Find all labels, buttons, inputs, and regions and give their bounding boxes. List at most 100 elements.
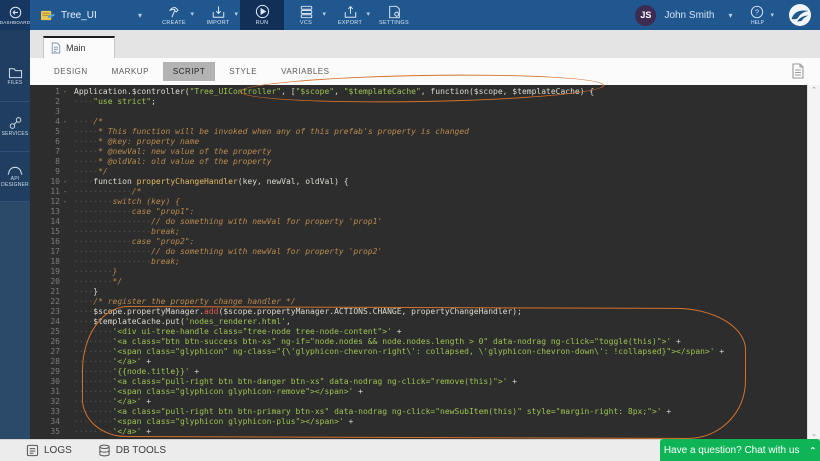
code-line[interactable]: 33········'<a class="pull-right btn btn-… — [30, 407, 807, 417]
subtab-variables[interactable]: VARIABLES — [271, 62, 339, 81]
line-number[interactable]: 12- — [30, 197, 74, 207]
line-number[interactable]: 14 — [30, 217, 74, 227]
editor-scrollbar[interactable]: ⌃ ⌄ — [807, 85, 820, 439]
code-line[interactable]: 11-············/* — [30, 187, 807, 197]
line-number[interactable]: 10- — [30, 177, 74, 187]
code-line[interactable]: 23····$scope.propertyManager.add($scope.… — [30, 307, 807, 317]
code-line[interactable]: 1-Application.$controller("Tree_UIContro… — [30, 87, 807, 97]
code-line[interactable]: 29········'{{node.title}}' + — [30, 367, 807, 377]
sidebar-item-api-designer[interactable]: API DESIGNER — [0, 152, 30, 202]
code-line[interactable]: 2····"use strict"; — [30, 97, 807, 107]
scroll-up-icon[interactable]: ⌃ — [811, 86, 817, 94]
sidebar-item-files[interactable]: FILES — [0, 52, 30, 102]
line-number[interactable]: 8 — [30, 157, 74, 167]
line-number[interactable]: 29 — [30, 367, 74, 377]
line-number[interactable]: 31 — [30, 387, 74, 397]
code-line[interactable]: 32········'</a>' + — [30, 397, 807, 407]
code-line[interactable]: 14················// do something with n… — [30, 217, 807, 227]
db-tools-button[interactable]: DB TOOLS — [98, 444, 166, 457]
menu-import[interactable]: IMPORT ▾ — [196, 0, 240, 30]
line-number[interactable]: 24 — [30, 317, 74, 327]
line-number[interactable]: 22 — [30, 297, 74, 307]
project-selector[interactable]: Tree_UI ▾ — [30, 0, 152, 30]
help-caret-icon[interactable]: ▾ — [770, 11, 774, 19]
code-line[interactable]: 25········'<div ui-tree-handle class="tr… — [30, 327, 807, 337]
avatar[interactable]: JS — [635, 5, 656, 26]
line-number[interactable]: 27 — [30, 347, 74, 357]
code-line[interactable]: 21····} — [30, 287, 807, 297]
line-number[interactable]: 21 — [30, 287, 74, 297]
code-line[interactable]: 3 — [30, 107, 807, 117]
code-line[interactable]: 27········'<span class="glyphicon" ng-cl… — [30, 347, 807, 357]
code-line[interactable]: 6·····* @key: property name — [30, 137, 807, 147]
line-number[interactable]: 25 — [30, 327, 74, 337]
line-number[interactable]: 16 — [30, 237, 74, 247]
line-number[interactable]: 34 — [30, 417, 74, 427]
line-number[interactable]: 15 — [30, 227, 74, 237]
code-line[interactable]: 30········'<a class="pull-right btn btn-… — [30, 377, 807, 387]
chat-widget-button[interactable]: Have a question? Chat with us ⌃ — [660, 439, 820, 461]
line-number[interactable]: 35 — [30, 427, 74, 437]
code-line[interactable]: 8·····* @oldVal: old value of the proper… — [30, 157, 807, 167]
code-line[interactable]: 19········} — [30, 267, 807, 277]
line-number[interactable]: 1- — [30, 87, 74, 97]
code-line[interactable]: 7·····* @newVal: new value of the proper… — [30, 147, 807, 157]
menu-create[interactable]: CREATE ▾ — [152, 0, 196, 30]
code-line[interactable]: 13············case "prop1": — [30, 207, 807, 217]
line-number[interactable]: 32 — [30, 397, 74, 407]
wavemaker-logo-icon[interactable] — [788, 3, 812, 27]
line-number[interactable]: 19 — [30, 267, 74, 277]
line-number[interactable]: 11- — [30, 187, 74, 197]
subtab-style[interactable]: STYLE — [219, 62, 267, 81]
subtab-design[interactable]: DESIGN — [44, 62, 98, 81]
code-line[interactable]: 28········'</a>' + — [30, 357, 807, 367]
scroll-down-icon[interactable]: ⌄ — [811, 430, 817, 438]
tab-main[interactable]: Main — [43, 36, 115, 58]
sidebar-item-services[interactable]: SERVICES — [0, 102, 30, 152]
code-line[interactable]: 4-····/* — [30, 117, 807, 127]
code-lines[interactable]: 1-Application.$controller("Tree_UIContro… — [30, 85, 807, 439]
code-line[interactable]: 5·····* This function will be invoked wh… — [30, 127, 807, 137]
line-number[interactable]: 7 — [30, 147, 74, 157]
line-number[interactable]: 33 — [30, 407, 74, 417]
code-line[interactable]: 35········'</a>' + — [30, 427, 807, 437]
user-caret-icon[interactable]: ▾ — [728, 11, 732, 20]
code-line[interactable]: 15················break; — [30, 227, 807, 237]
code-line[interactable]: 26········'<a class="btn btn-success btn… — [30, 337, 807, 347]
code-line[interactable]: 34········'<span class="glyphicon glyphi… — [30, 417, 807, 427]
line-number[interactable]: 17 — [30, 247, 74, 257]
line-number[interactable]: 9 — [30, 167, 74, 177]
help-button[interactable]: ? HELP — [750, 5, 764, 26]
code-line[interactable]: 31········'<span class="glyphicon glyphi… — [30, 387, 807, 397]
line-number[interactable]: 2 — [30, 97, 74, 107]
code-line[interactable]: 10-····function propertyChangeHandler(ke… — [30, 177, 807, 187]
line-number[interactable]: 20 — [30, 277, 74, 287]
code-editor[interactable]: 1-Application.$controller("Tree_UIContro… — [30, 85, 820, 439]
line-number[interactable]: 4- — [30, 117, 74, 127]
code-line[interactable]: 9·····*/ — [30, 167, 807, 177]
line-number[interactable]: 30 — [30, 377, 74, 387]
sidebar-item-dashboard[interactable]: DASHBOARD — [0, 0, 30, 30]
menu-export[interactable]: EXPORT ▾ — [328, 0, 372, 30]
menu-run[interactable]: RUN — [240, 0, 284, 30]
line-number[interactable]: 28 — [30, 357, 74, 367]
line-number[interactable]: 26 — [30, 337, 74, 347]
menu-settings[interactable]: SETTINGS — [372, 0, 416, 30]
line-number[interactable]: 18 — [30, 257, 74, 267]
subtab-markup[interactable]: MARKUP — [102, 62, 159, 81]
line-number[interactable]: 3 — [30, 107, 74, 117]
code-line[interactable]: 12-········switch (key) { — [30, 197, 807, 207]
line-number[interactable]: 23 — [30, 307, 74, 317]
code-line[interactable]: 17················// do something with n… — [30, 247, 807, 257]
code-line[interactable]: 22····/* register the property change ha… — [30, 297, 807, 307]
logs-button[interactable]: LOGS — [26, 444, 72, 457]
format-file-icon[interactable] — [790, 62, 806, 80]
subtab-script[interactable]: SCRIPT — [163, 62, 215, 81]
code-line[interactable]: 16············case "prop2": — [30, 237, 807, 247]
menu-vcs[interactable]: VCS ▾ — [284, 0, 328, 30]
line-number[interactable]: 6 — [30, 137, 74, 147]
code-line[interactable]: 20········*/ — [30, 277, 807, 287]
code-line[interactable]: 24····$templateCache.put('nodes_renderer… — [30, 317, 807, 327]
code-line[interactable]: 18················break; — [30, 257, 807, 267]
line-number[interactable]: 5 — [30, 127, 74, 137]
